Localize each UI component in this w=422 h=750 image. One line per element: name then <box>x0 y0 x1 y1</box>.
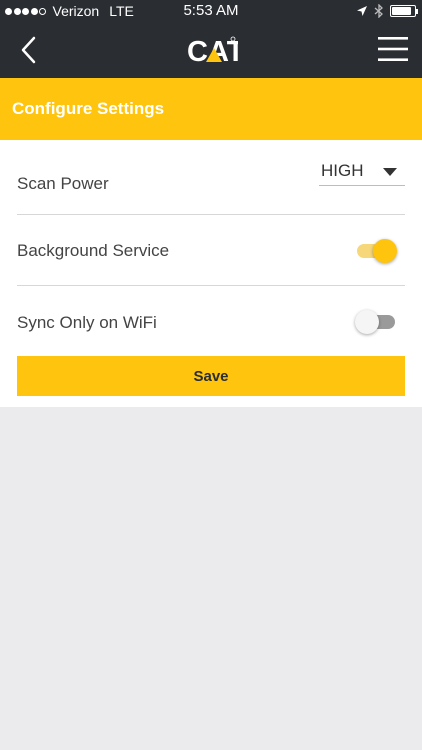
cat-logo: CAT <box>186 34 245 68</box>
location-arrow-icon <box>357 6 367 16</box>
scan-power-value: HIGH <box>321 161 364 180</box>
settings-panel: Scan Power HIGH Background Service Sync … <box>0 140 422 407</box>
page-title: Configure Settings <box>12 99 165 118</box>
scan-power-label: Scan Power <box>17 174 109 193</box>
nav-bar: CAT <box>0 22 422 78</box>
background-service-toggle[interactable] <box>357 239 397 263</box>
bluetooth-icon <box>374 4 383 18</box>
background-service-label: Background Service <box>17 241 170 260</box>
cat-logo-icon: CAT <box>187 36 245 68</box>
sync-wifi-row: Sync Only on WiFi <box>17 286 405 346</box>
sync-wifi-label: Sync Only on WiFi <box>17 313 157 332</box>
sync-wifi-toggle[interactable] <box>355 310 395 334</box>
scan-power-row: Scan Power HIGH <box>17 140 405 215</box>
status-right <box>356 4 418 18</box>
save-button[interactable]: Save <box>17 356 405 396</box>
toggle-thumb <box>355 310 379 334</box>
menu-button[interactable] <box>378 36 408 62</box>
back-button[interactable] <box>14 34 46 66</box>
background-service-row: Background Service <box>17 215 405 286</box>
battery-icon <box>390 5 418 17</box>
toggle-thumb <box>373 239 397 263</box>
battery-fill <box>392 7 411 15</box>
hamburger-menu-icon <box>378 37 408 61</box>
chevron-left-icon <box>21 36 36 64</box>
status-bar: Verizon LTE 5:53 AM <box>0 0 422 22</box>
page-header: Configure Settings <box>0 78 422 140</box>
scan-power-dropdown[interactable]: HIGH <box>319 158 405 186</box>
app-root: Verizon LTE 5:53 AM CAT <box>0 0 422 750</box>
caret-down-icon <box>383 168 397 176</box>
